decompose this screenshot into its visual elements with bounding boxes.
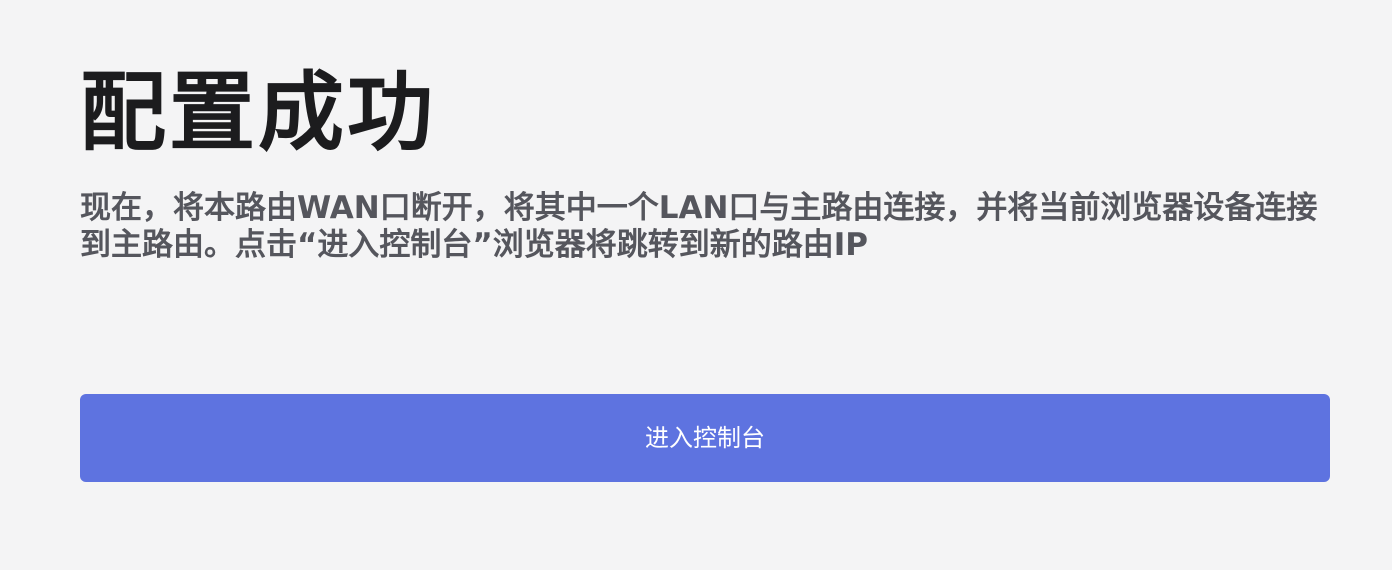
page-title: 配置成功 [80, 63, 436, 163]
success-page: 配置成功 现在，将本路由WAN口断开，将其中一个LAN口与主路由连接，并将当前浏… [80, 0, 1330, 570]
enter-console-button[interactable]: 进入控制台 [80, 394, 1330, 482]
instruction-text: 现在，将本路由WAN口断开，将其中一个LAN口与主路由连接，并将当前浏览器设备连… [80, 190, 1318, 263]
